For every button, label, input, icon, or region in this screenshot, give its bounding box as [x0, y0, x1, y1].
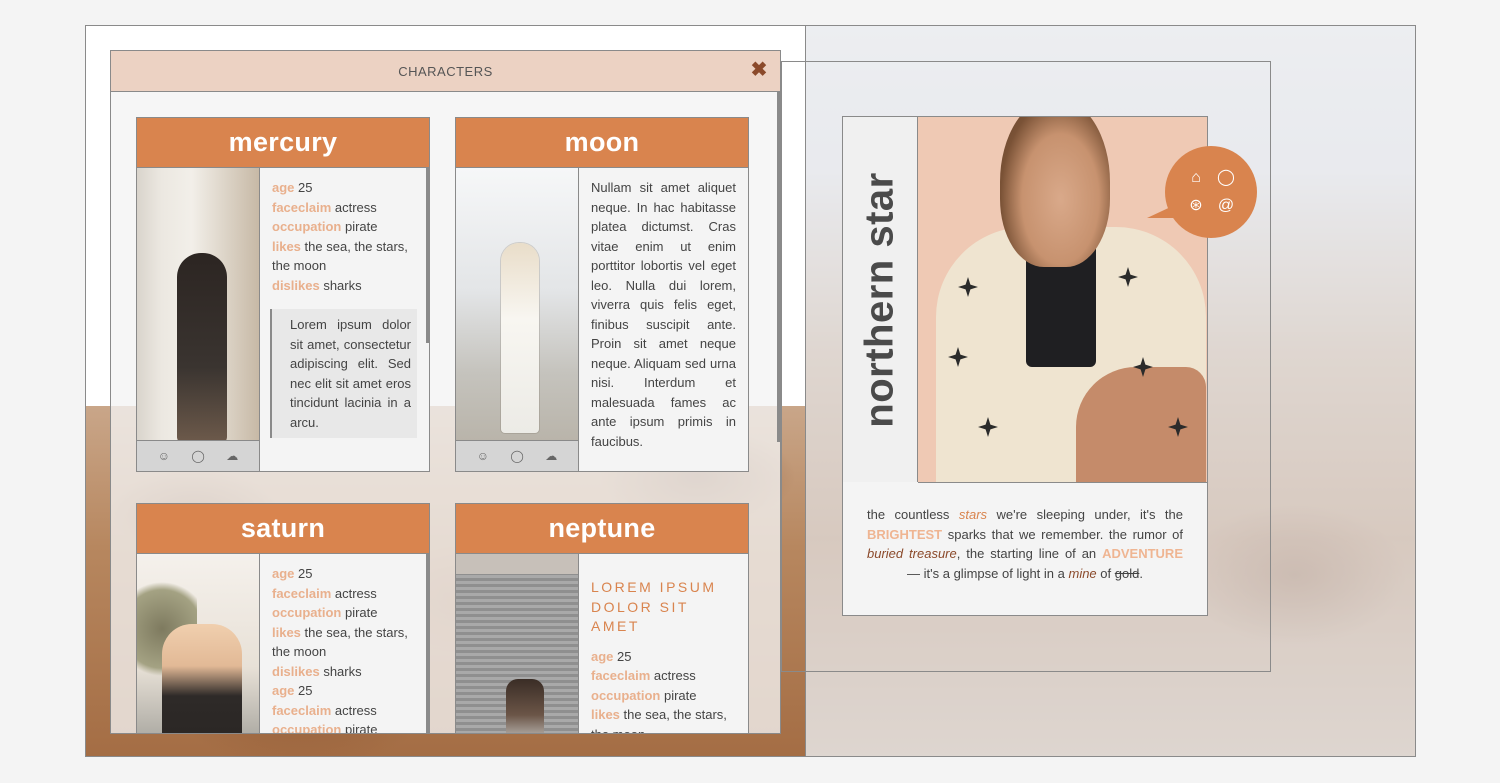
window-body[interactable]: mercury ☺ ◯ ☁ age 25 faceclaim actress o…: [111, 92, 780, 733]
photo-icon-bar: ☺ ◯ ☁: [137, 440, 259, 471]
character-photo-image: [137, 168, 259, 443]
field-row: occupation pirate: [591, 687, 697, 703]
character-subtitle: LOREM IPSUM DOLOR SIT AMET: [591, 579, 717, 634]
field-row: occupation pirate: [272, 219, 378, 234]
characters-window: CHARACTERS ✖ mercury ☺ ◯ ☁ age 25 facecl…: [110, 50, 781, 734]
close-icon[interactable]: ✖: [748, 59, 770, 81]
field-row: dislikes sharks: [272, 663, 362, 679]
character-photo-image: [137, 554, 259, 733]
character-photo: [456, 554, 579, 733]
field-row: faceclaim actress: [272, 585, 377, 601]
card-title: neptune: [456, 504, 748, 554]
compass-icon[interactable]: ⊛: [1186, 196, 1206, 216]
card-scrollbar[interactable]: [426, 554, 429, 733]
character-photo: ☺ ◯ ☁: [137, 168, 260, 471]
card-scrollbar[interactable]: [426, 168, 429, 343]
alien-icon[interactable]: ☺: [158, 449, 170, 463]
photo-icon-bar: ☺ ◯ ☁: [456, 440, 578, 471]
profile-caption: the countless stars we're sleeping under…: [867, 507, 1183, 581]
character-info[interactable]: Nullam sit amet aliquet neque. In hac ha…: [579, 168, 748, 471]
character-card-neptune: neptune LOREM IPSUM DOLOR SIT AMET age 2…: [455, 503, 749, 734]
character-card-mercury: mercury ☺ ◯ ☁ age 25 faceclaim actress o…: [136, 117, 430, 472]
field-row: likes the sea, the stars, the moon: [272, 624, 408, 660]
profile-title: northern star: [857, 171, 902, 428]
character-photo-image: [456, 168, 578, 441]
character-info[interactable]: age 25 faceclaim actress occupation pira…: [260, 168, 429, 471]
character-card-saturn: saturn age 25 faceclaim actress occupati…: [136, 503, 430, 734]
field-row: occupation pirate: [272, 605, 378, 620]
field-row: occupation pirate: [272, 722, 378, 734]
character-info[interactable]: age 25 faceclaim actress occupation pira…: [260, 554, 429, 734]
field-row: age 25: [591, 648, 632, 664]
profile-photo: [918, 117, 1207, 483]
card-title: moon: [456, 118, 748, 168]
alien-icon[interactable]: ☺: [477, 449, 489, 463]
cloud-icon[interactable]: ☁: [226, 449, 238, 463]
nav-bubble: ⌂ ◯ ⊛ @: [1147, 146, 1257, 238]
character-photo-image: [456, 554, 578, 733]
field-row: likes the sea, the stars, the moon: [591, 707, 727, 734]
snail-icon[interactable]: @: [1216, 196, 1236, 216]
character-quote: Lorem ipsum dolor sit amet, consectetur …: [270, 309, 417, 438]
field-row: age 25: [272, 566, 313, 581]
chat-icon[interactable]: ◯: [191, 449, 204, 463]
character-photo: ☺ ◯ ☁: [456, 168, 579, 471]
field-row: dislikes sharks: [272, 277, 362, 293]
field-row: faceclaim actress: [272, 199, 377, 215]
character-photo: [137, 554, 260, 733]
field-row: age 25: [272, 683, 313, 698]
character-description: Nullam sit amet aliquet neque. In hac ha…: [591, 180, 736, 449]
character-info[interactable]: LOREM IPSUM DOLOR SIT AMET age 25 facecl…: [579, 554, 748, 734]
field-row: faceclaim actress: [272, 702, 377, 718]
spread-divider: [805, 26, 806, 756]
window-scrollbar[interactable]: [777, 92, 780, 442]
character-card-moon: moon ☺ ◯ ☁ Nullam sit amet aliquet neque…: [455, 117, 749, 472]
card-title: mercury: [137, 118, 429, 168]
card-title: saturn: [137, 504, 429, 554]
field-row: age 25: [272, 180, 313, 195]
field-row: faceclaim actress: [591, 668, 696, 683]
chat-icon[interactable]: ◯: [510, 449, 523, 463]
window-titlebar: CHARACTERS ✖: [111, 51, 780, 92]
cloud-icon[interactable]: ☁: [545, 449, 557, 463]
field-row: likes the sea, the stars, the moon: [272, 238, 408, 274]
profile-card: northern star ⌂ ◯ ⊛ @ the countless star…: [842, 116, 1257, 616]
chat-icon[interactable]: ◯: [1216, 168, 1236, 188]
profile-title-strip: northern star: [843, 117, 918, 482]
home-icon[interactable]: ⌂: [1186, 168, 1206, 188]
window-title: CHARACTERS: [398, 63, 493, 79]
